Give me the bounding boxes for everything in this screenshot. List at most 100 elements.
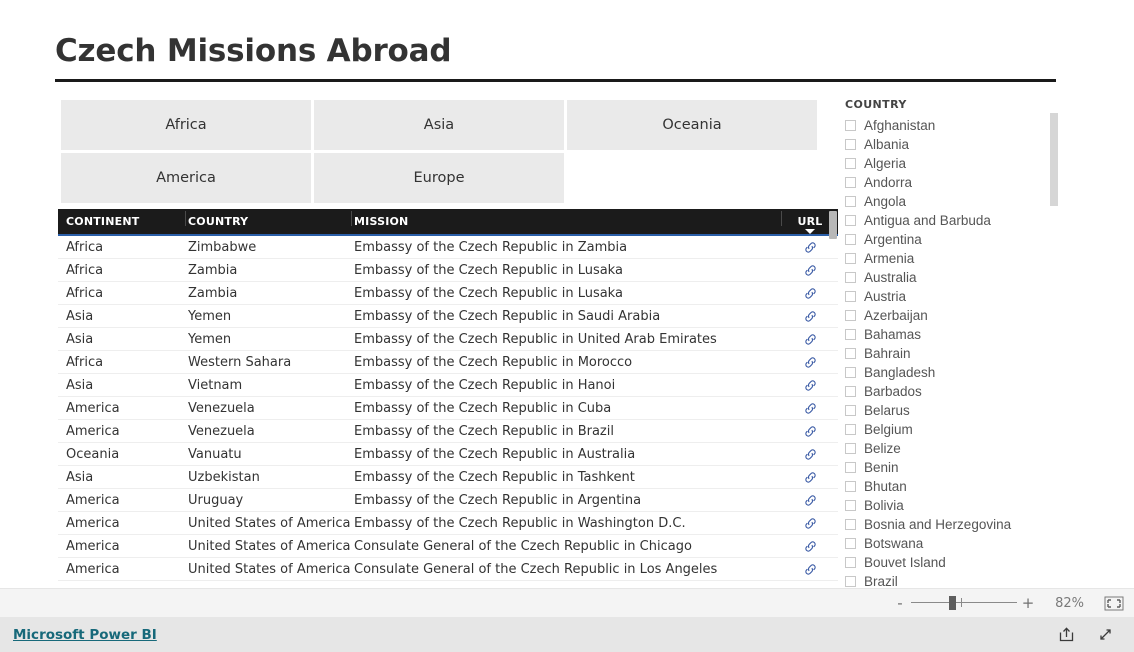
link-icon[interactable]	[804, 287, 817, 300]
country-slicer-item[interactable]: Bolivia	[845, 496, 1060, 515]
country-checkbox[interactable]	[845, 481, 856, 492]
country-slicer-item[interactable]: Belize	[845, 439, 1060, 458]
country-slicer-item[interactable]: Bouvet Island	[845, 553, 1060, 572]
country-slicer-item[interactable]: Antigua and Barbuda	[845, 211, 1060, 230]
country-checkbox[interactable]	[845, 177, 856, 188]
country-slicer-item[interactable]: Bahrain	[845, 344, 1060, 363]
country-checkbox[interactable]	[845, 424, 856, 435]
country-slicer-item[interactable]: Benin	[845, 458, 1060, 477]
continent-button-oceania[interactable]: Oceania	[567, 100, 817, 150]
country-slicer-item[interactable]: Botswana	[845, 534, 1060, 553]
country-checkbox[interactable]	[845, 291, 856, 302]
country-slicer-item[interactable]: Belarus	[845, 401, 1060, 420]
table-row[interactable]: Africa Zambia Embassy of the Czech Republi…	[58, 259, 838, 282]
country-slicer-item[interactable]: Azerbaijan	[845, 306, 1060, 325]
country-slicer-item[interactable]: Armenia	[845, 249, 1060, 268]
country-checkbox[interactable]	[845, 538, 856, 549]
country-checkbox[interactable]	[845, 329, 856, 340]
table-row[interactable]: America Venezuela Embassy of the Czech Rep…	[58, 397, 838, 420]
country-checkbox[interactable]	[845, 348, 856, 359]
table-row[interactable]: Asia Yemen Embassy of the Czech Republic i…	[58, 328, 838, 351]
country-slicer-item[interactable]: Bhutan	[845, 477, 1060, 496]
country-slicer-item[interactable]: Angola	[845, 192, 1060, 211]
column-header-continent[interactable]: CONTINENT	[58, 209, 186, 228]
table-row[interactable]: America United States of America Embassy o…	[58, 512, 838, 535]
table-row[interactable]: Africa Zambia Embassy of the Czech Republi…	[58, 282, 838, 305]
country-checkbox[interactable]	[845, 500, 856, 511]
table-row[interactable]: America Uruguay Embassy of the Czech Repub…	[58, 489, 838, 512]
table-row[interactable]: Africa Zimbabwe Embassy of the Czech Repub…	[58, 236, 838, 259]
table-row[interactable]: America United States of America Consulate…	[58, 558, 838, 581]
country-slicer-item[interactable]: Bosnia and Herzegovina	[845, 515, 1060, 534]
country-checkbox[interactable]	[845, 120, 856, 131]
country-slicer-item[interactable]: Argentina	[845, 230, 1060, 249]
table-row[interactable]: Oceania Vanuatu Embassy of the Czech Repub…	[58, 443, 838, 466]
link-icon[interactable]	[804, 264, 817, 277]
link-icon[interactable]	[804, 471, 817, 484]
country-checkbox[interactable]	[845, 519, 856, 530]
country-checkbox[interactable]	[845, 443, 856, 454]
country-slicer-item[interactable]: Bahamas	[845, 325, 1060, 344]
share-icon[interactable]	[1058, 626, 1075, 643]
country-checkbox[interactable]	[845, 215, 856, 226]
country-checkbox[interactable]	[845, 405, 856, 416]
country-checkbox[interactable]	[845, 367, 856, 378]
link-icon[interactable]	[804, 563, 817, 576]
country-checkbox[interactable]	[845, 139, 856, 150]
table-row[interactable]: Asia Vietnam Embassy of the Czech Republic…	[58, 374, 838, 397]
table-row[interactable]: America Venezuela Embassy of the Czech Rep…	[58, 420, 838, 443]
country-slicer-scrollbar[interactable]	[1050, 113, 1058, 593]
link-icon[interactable]	[804, 448, 817, 461]
table-row[interactable]: Asia Yemen Embassy of the Czech Republic i…	[58, 305, 838, 328]
continent-button-europe[interactable]: Europe	[314, 153, 564, 203]
country-slicer-scrollbar-thumb[interactable]	[1050, 113, 1058, 206]
country-slicer-item[interactable]: Belgium	[845, 420, 1060, 439]
column-header-country[interactable]: COUNTRY	[186, 209, 352, 228]
country-slicer-item[interactable]: Barbados	[845, 382, 1060, 401]
country-checkbox[interactable]	[845, 158, 856, 169]
country-checkbox[interactable]	[845, 253, 856, 264]
country-slicer-item[interactable]: Albania	[845, 135, 1060, 154]
table-cell-mission: Embassy of the Czech Republic in Tashken…	[354, 469, 635, 485]
zoom-slider[interactable]	[911, 596, 1017, 610]
country-checkbox[interactable]	[845, 272, 856, 283]
link-icon[interactable]	[804, 517, 817, 530]
country-slicer-item[interactable]: Afghanistan	[845, 116, 1060, 135]
country-checkbox[interactable]	[845, 196, 856, 207]
continent-button-america[interactable]: America	[61, 153, 311, 203]
link-icon[interactable]	[804, 402, 817, 415]
zoom-slider-handle[interactable]	[949, 596, 956, 610]
link-icon[interactable]	[804, 494, 817, 507]
table-row[interactable]: America United States of America Consulate…	[58, 535, 838, 558]
link-icon[interactable]	[804, 356, 817, 369]
country-slicer-item[interactable]: Australia	[845, 268, 1060, 287]
link-icon[interactable]	[804, 333, 817, 346]
country-checkbox[interactable]	[845, 310, 856, 321]
table-scrollbar-thumb[interactable]	[829, 211, 837, 239]
continent-button-asia[interactable]: Asia	[314, 100, 564, 150]
zoom-in-button[interactable]: +	[1020, 594, 1036, 612]
link-icon[interactable]	[804, 425, 817, 438]
continent-button-africa[interactable]: Africa	[61, 100, 311, 150]
table-row[interactable]: Asia Uzbekistan Embassy of the Czech Repub…	[58, 466, 838, 489]
link-icon[interactable]	[804, 241, 817, 254]
link-icon[interactable]	[804, 540, 817, 553]
link-icon[interactable]	[804, 379, 817, 392]
table-scrollbar[interactable]	[828, 209, 838, 587]
country-checkbox[interactable]	[845, 576, 856, 587]
zoom-out-button[interactable]: -	[892, 594, 908, 612]
powerbi-brand-link[interactable]: Microsoft Power BI	[13, 627, 157, 643]
country-checkbox[interactable]	[845, 386, 856, 397]
fullscreen-icon[interactable]	[1097, 626, 1114, 643]
table-row[interactable]: Africa Western Sahara Embassy of the Czech…	[58, 351, 838, 374]
country-slicer-item[interactable]: Bangladesh	[845, 363, 1060, 382]
country-checkbox[interactable]	[845, 234, 856, 245]
column-header-mission[interactable]: MISSION	[352, 209, 782, 228]
link-icon[interactable]	[804, 310, 817, 323]
country-slicer-item[interactable]: Algeria	[845, 154, 1060, 173]
country-slicer-item[interactable]: Austria	[845, 287, 1060, 306]
country-checkbox[interactable]	[845, 557, 856, 568]
country-checkbox[interactable]	[845, 462, 856, 473]
country-slicer-item[interactable]: Andorra	[845, 173, 1060, 192]
fit-to-page-icon[interactable]	[1104, 596, 1124, 611]
